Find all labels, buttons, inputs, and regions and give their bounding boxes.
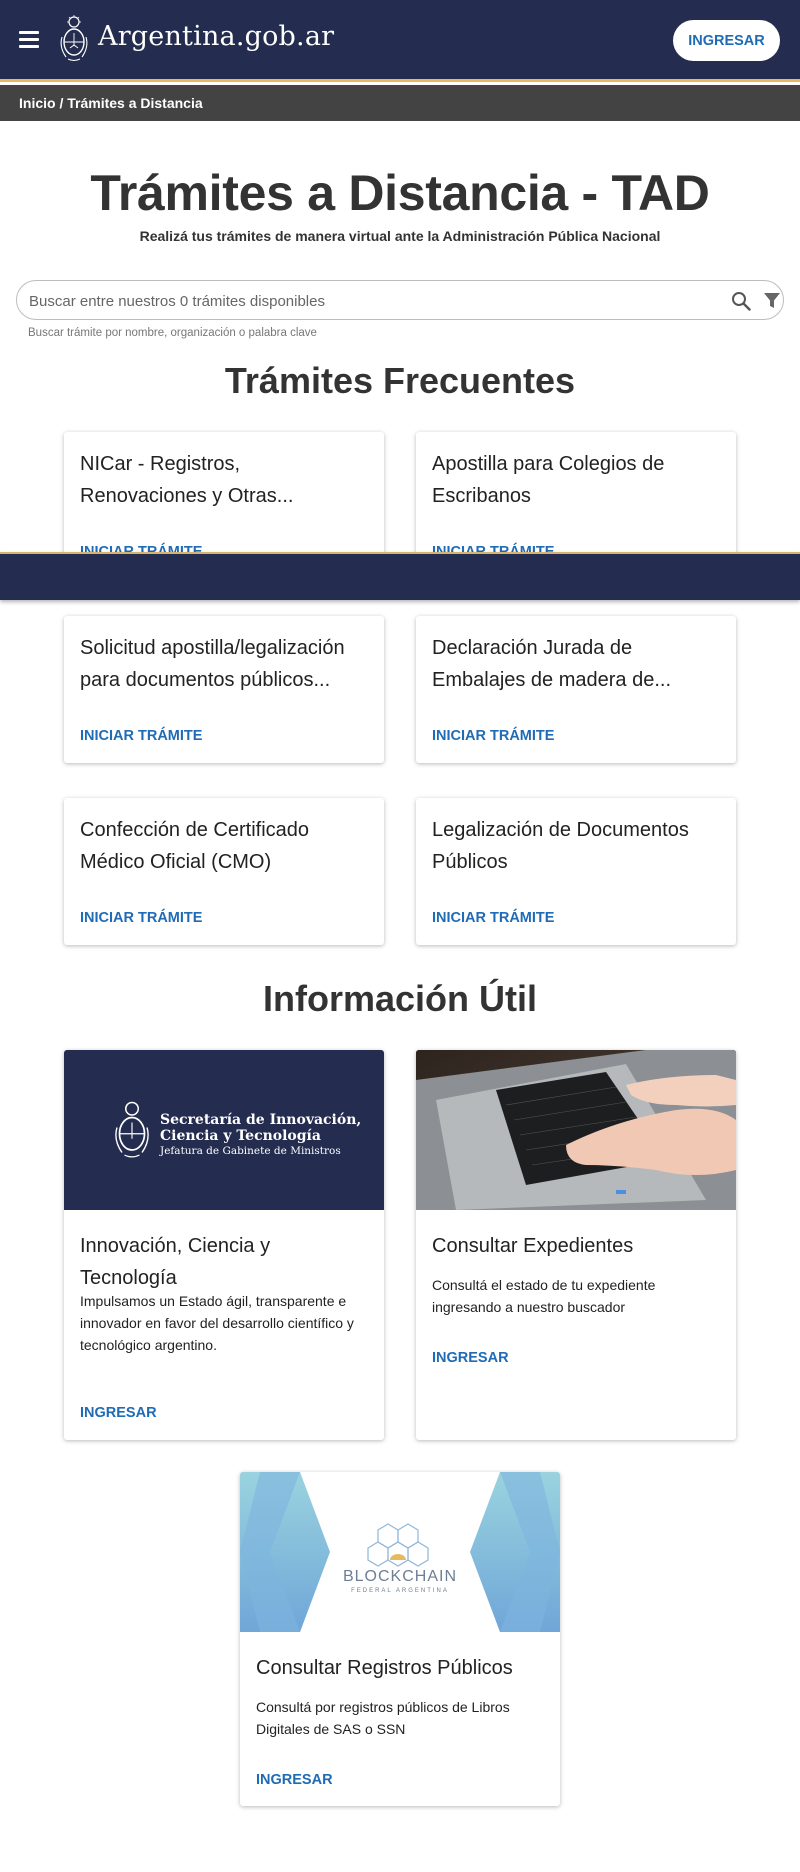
breadcrumb-current: Trámites a Distancia	[67, 95, 203, 111]
info-card[interactable]: Secretaría de Innovación, Ciencia y Tecn…	[64, 1050, 384, 1440]
tramite-card[interactable]: Solicitud apostilla/legalización para do…	[64, 616, 384, 763]
tramite-card-title: Legalización de Documentos Públicos	[432, 819, 689, 873]
info-card-title: Consultar Registros Públicos	[256, 1657, 513, 1679]
tramite-card[interactable]: Declaración Jurada de Embalajes de mader…	[416, 616, 736, 763]
tramite-card-title: NICar - Registros, Renovaciones y Otras.…	[80, 453, 294, 507]
breadcrumb-separator: /	[55, 95, 68, 111]
site-brand[interactable]: Argentina.gob.ar	[98, 21, 334, 52]
info-card-title: Consultar Expedientes	[432, 1235, 634, 1257]
secretaria-logo-text: Secretaría de Innovación, Ciencia y Tecn…	[160, 1112, 361, 1158]
login-button[interactable]: INGRESAR	[673, 20, 780, 61]
info-ingresar-link[interactable]: INGRESAR	[80, 1405, 157, 1421]
info-card[interactable]: Consultar Expedientes Consultá el estado…	[416, 1050, 736, 1440]
secretaria-logo-line2: Ciencia y Tecnología	[160, 1128, 321, 1144]
tramite-card[interactable]: Confección de Certificado Médico Oficial…	[64, 798, 384, 945]
page-title: Trámites a Distancia - TAD	[90, 165, 710, 221]
info-card-description: Consultá el estado de tu expediente ingr…	[432, 1277, 656, 1315]
iniciar-tramite-link[interactable]: INICIAR TRÁMITE	[80, 728, 202, 744]
filter-icon[interactable]	[763, 292, 781, 310]
secretaria-banner-image: Secretaría de Innovación, Ciencia y Tecn…	[64, 1050, 384, 1210]
blockchain-logo-subtext: FEDERAL ARGENTINA	[351, 1588, 449, 1594]
tramite-card-title: Declaración Jurada de Embalajes de mader…	[432, 637, 672, 691]
secretaria-logo-line1: Secretaría de Innovación,	[160, 1112, 362, 1128]
sticky-header-bar	[0, 552, 800, 600]
hamburger-menu-icon[interactable]	[19, 31, 39, 48]
iniciar-tramite-link[interactable]: INICIAR TRÁMITE	[432, 728, 554, 744]
blockchain-illustration	[240, 1472, 560, 1632]
search-box	[16, 280, 784, 320]
tramite-card-title: Solicitud apostilla/legalización para do…	[80, 637, 345, 691]
secretaria-logo-line3: Jefatura de Gabinete de Ministros	[160, 1145, 341, 1157]
info-card[interactable]: BLOCKCHAIN FEDERAL ARGENTINA Consultar R…	[240, 1472, 560, 1806]
iniciar-tramite-link[interactable]: INICIAR TRÁMITE	[80, 910, 202, 926]
national-coat-of-arms-icon	[60, 15, 88, 61]
site-header: Argentina.gob.ar INGRESAR	[0, 0, 800, 82]
laptop-typing-photo	[416, 1050, 736, 1210]
page-subtitle: Realizá tus trámites de manera virtual a…	[139, 228, 661, 244]
info-ingresar-link[interactable]: INGRESAR	[256, 1772, 333, 1788]
blockchain-banner-image: BLOCKCHAIN FEDERAL ARGENTINA	[240, 1472, 560, 1632]
coat-of-arms-icon	[115, 1101, 149, 1158]
tramite-card-title: Apostilla para Colegios de Escribanos	[432, 453, 665, 507]
tramite-card[interactable]: Legalización de Documentos Públicos INIC…	[416, 798, 736, 945]
section-title-frecuentes: Trámites Frecuentes	[224, 360, 576, 401]
info-ingresar-link[interactable]: INGRESAR	[432, 1350, 509, 1366]
info-card-description: Consultá por registros públicos de Libro…	[256, 1699, 510, 1737]
iniciar-tramite-link[interactable]: INICIAR TRÁMITE	[432, 910, 554, 926]
info-card-description: Impulsamos un Estado ágil, transparente …	[80, 1293, 354, 1353]
search-icon[interactable]	[731, 291, 751, 311]
info-card-title: Innovación, Ciencia y Tecnología	[80, 1235, 271, 1289]
tramite-card-title: Confección de Certificado Médico Oficial…	[80, 819, 310, 873]
blockchain-logo-text: BLOCKCHAIN	[342, 1568, 458, 1585]
search-input[interactable]	[29, 288, 719, 314]
laptop-typing-illustration	[416, 1050, 736, 1210]
search-hint: Buscar trámite por nombre, organización …	[28, 327, 317, 339]
section-title-informacion: Información Útil	[262, 978, 537, 1019]
breadcrumb-home-link[interactable]: Inicio	[19, 95, 56, 111]
breadcrumb: Inicio / Trámites a Distancia	[0, 85, 800, 121]
